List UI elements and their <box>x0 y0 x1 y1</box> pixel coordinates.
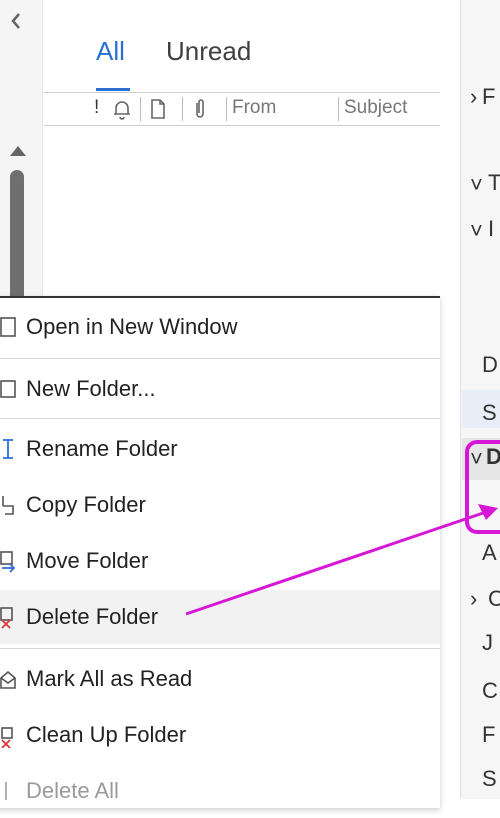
chevron-down-icon[interactable]: ˅ <box>470 172 483 198</box>
folder-item[interactable]: T <box>488 170 500 196</box>
collapse-icon[interactable] <box>8 10 24 32</box>
folder-item[interactable]: C <box>482 678 498 704</box>
scrollbar-thumb[interactable] <box>10 170 24 310</box>
menu-item-clean-up-folder[interactable]: Clean Up Folder <box>0 708 440 762</box>
envelope-open-icon <box>0 666 18 692</box>
copy-folder-icon <box>0 492 18 518</box>
attachment-icon[interactable] <box>190 97 210 121</box>
menu-item-label: Rename Folder <box>26 436 178 461</box>
column-separator <box>226 97 227 121</box>
column-separator <box>182 97 183 121</box>
menu-item-move-folder[interactable]: Move Folder <box>0 534 440 588</box>
folder-item[interactable]: S <box>482 766 497 792</box>
menu-divider <box>0 358 440 359</box>
menu-item-label: New Folder... <box>26 376 156 401</box>
menu-item-label: Open in New Window <box>26 314 238 339</box>
folder-item[interactable]: C <box>488 586 500 612</box>
menu-item-label: Clean Up Folder <box>26 722 187 747</box>
rename-icon <box>0 436 18 462</box>
folder-item[interactable]: F <box>482 84 495 110</box>
menu-item-label: Delete Folder <box>26 604 159 629</box>
subject-column[interactable]: Subject <box>344 97 407 121</box>
tab-unread[interactable]: Unread <box>166 36 251 67</box>
column-separator <box>140 97 141 121</box>
menu-divider <box>0 418 440 419</box>
active-tab-indicator <box>96 88 130 91</box>
chevron-down-icon[interactable]: ˅ <box>470 218 483 244</box>
importance-column[interactable]: ! <box>94 97 99 121</box>
clean-up-icon <box>0 722 18 749</box>
tab-all[interactable]: All <box>96 36 125 67</box>
delete-folder-icon <box>0 604 18 630</box>
menu-item-delete-all: Delete All <box>0 764 440 818</box>
folder-item[interactable]: S <box>482 400 497 426</box>
new-folder-icon <box>0 376 18 402</box>
chevron-right-icon[interactable]: › <box>470 84 477 110</box>
column-separator <box>338 97 339 121</box>
delete-all-icon <box>0 778 18 804</box>
menu-item-label: Delete All <box>26 778 119 803</box>
folder-item[interactable]: A <box>482 540 497 566</box>
folder-context-menu: Open in New Window New Folder... Rename … <box>0 296 440 808</box>
menu-item-delete-folder[interactable]: Delete Folder <box>0 590 440 644</box>
menu-item-label: Copy Folder <box>26 492 146 517</box>
item-type-icon[interactable] <box>148 97 168 121</box>
menu-item-new-folder[interactable]: New Folder... <box>0 362 440 416</box>
menu-item-label: Mark All as Read <box>26 666 193 691</box>
menu-item-rename-folder[interactable]: Rename Folder <box>0 422 440 476</box>
menu-divider <box>0 648 440 649</box>
menu-item-mark-all-read[interactable]: Mark All as Read <box>0 652 440 706</box>
folder-item[interactable]: J <box>482 630 493 656</box>
folder-item[interactable]: F <box>482 722 495 748</box>
outlook-window: All Unread ! From Subject › F ˅ T ˅ I D … <box>0 0 500 808</box>
chevron-right-icon[interactable]: › <box>470 586 477 612</box>
message-list-column-header: ! From Subject <box>44 92 440 126</box>
reminder-bell-icon[interactable] <box>110 97 134 121</box>
menu-item-label: Move Folder <box>26 548 149 573</box>
menu-item-copy-folder[interactable]: Copy Folder <box>0 478 440 532</box>
scroll-up-icon[interactable] <box>8 142 28 158</box>
annotation-highlight-box <box>465 440 500 534</box>
window-icon <box>0 314 18 340</box>
folder-item[interactable]: D <box>482 352 498 378</box>
move-folder-icon <box>0 548 18 574</box>
from-column[interactable]: From <box>232 97 276 121</box>
menu-item-open-in-new-window[interactable]: Open in New Window <box>0 300 440 354</box>
folder-item[interactable]: I <box>488 216 494 242</box>
